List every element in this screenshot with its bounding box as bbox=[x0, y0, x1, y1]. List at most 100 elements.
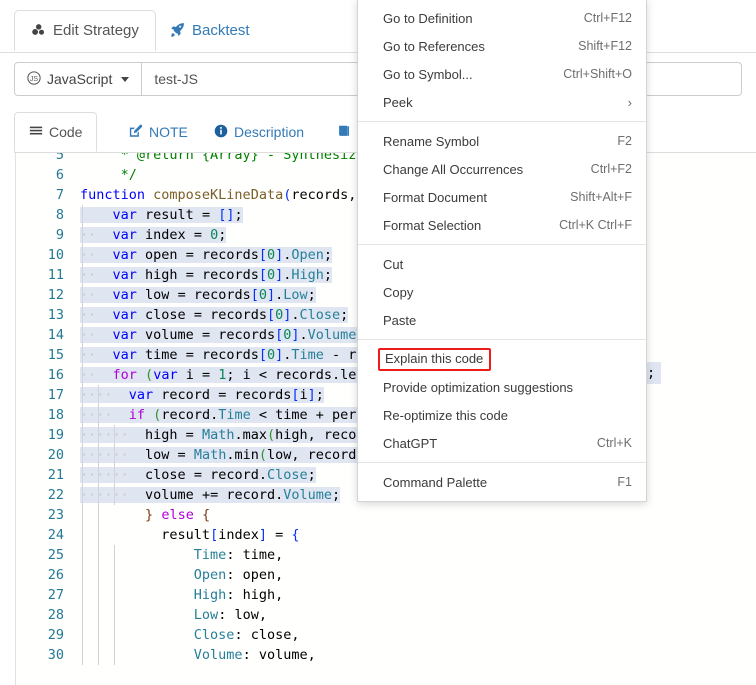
code-line[interactable]: */ bbox=[80, 165, 137, 185]
indent-guide bbox=[98, 585, 99, 605]
menu-item-provide-optimization-suggestions[interactable]: Provide optimization suggestions bbox=[358, 373, 646, 401]
line-number: 21 bbox=[16, 465, 64, 485]
code-token: for bbox=[113, 367, 146, 383]
indent-guide bbox=[98, 605, 99, 625]
indent-guide bbox=[82, 385, 83, 405]
code-line[interactable]: result[index] = { bbox=[80, 525, 300, 545]
menu-item-command-palette[interactable]: Command PaletteF1 bbox=[358, 468, 646, 496]
code-line[interactable]: Close: close, bbox=[80, 625, 299, 645]
menu-item-chatgpt[interactable]: ChatGPTCtrl+K bbox=[358, 429, 646, 457]
line-number: 13 bbox=[16, 305, 64, 325]
line-number: 17 bbox=[16, 385, 64, 405]
indent-guide bbox=[98, 445, 99, 465]
code-line[interactable]: High: high, bbox=[80, 585, 283, 605]
code-line[interactable]: ·· var time = records[0].Time - rec bbox=[80, 345, 373, 365]
code-line[interactable]: ·· var close = records[0].Close; bbox=[80, 305, 348, 325]
menu-item-rename-symbol[interactable]: Rename SymbolF2 bbox=[358, 127, 646, 155]
menu-item-label: Copy bbox=[383, 285, 632, 300]
editor-context-menu[interactable]: Go to DefinitionCtrl+F12Go to References… bbox=[357, 0, 647, 502]
code-token: composeKLineData bbox=[153, 187, 283, 203]
code-token: high = bbox=[145, 427, 202, 443]
menu-item-explain-this-code[interactable]: Explain this code bbox=[358, 345, 646, 373]
indent-guide bbox=[98, 405, 99, 425]
code-token: = records bbox=[178, 267, 259, 283]
menu-item-copy[interactable]: Copy bbox=[358, 278, 646, 306]
code-token: [ bbox=[259, 247, 267, 263]
code-token: var bbox=[113, 247, 146, 263]
code-token: < time + peri bbox=[251, 407, 365, 423]
indent-guide bbox=[98, 465, 99, 485]
code-token: = bbox=[194, 207, 218, 223]
code-token bbox=[80, 547, 194, 563]
code-line[interactable]: var result = []; bbox=[80, 205, 243, 225]
indent-guide bbox=[82, 625, 83, 645]
tab-backtest[interactable]: Backtest bbox=[153, 10, 267, 51]
menu-item-label: Paste bbox=[383, 313, 632, 328]
code-token: } bbox=[145, 507, 153, 523]
code-line[interactable]: ·· var open = records[0].Open; bbox=[80, 245, 332, 265]
code-token: ; bbox=[234, 207, 242, 223]
code-token: ; bbox=[316, 387, 324, 403]
code-token bbox=[96, 247, 112, 263]
code-token: var bbox=[129, 387, 162, 403]
menu-item-cut[interactable]: Cut bbox=[358, 250, 646, 278]
indent-guide bbox=[114, 605, 115, 625]
code-token: ···· bbox=[80, 387, 113, 403]
menu-item-paste[interactable]: Paste bbox=[358, 306, 646, 334]
code-token: ······ bbox=[80, 447, 129, 463]
code-line[interactable]: ·· var volume = records[0].Volume; bbox=[80, 325, 365, 345]
code-line[interactable]: ······ volume += record.Volume; bbox=[80, 485, 340, 505]
code-token: 0 bbox=[267, 247, 275, 263]
tab-code[interactable]: Code bbox=[14, 112, 97, 152]
code-token: ; bbox=[218, 227, 226, 243]
indent-guide bbox=[82, 345, 83, 365]
tab-edit-strategy[interactable]: Edit Strategy bbox=[14, 10, 156, 51]
code-token bbox=[129, 447, 145, 463]
tab-description[interactable]: Description bbox=[199, 112, 319, 152]
menu-item-peek[interactable]: Peek› bbox=[358, 88, 646, 116]
tab-note[interactable]: NOTE bbox=[114, 112, 203, 152]
code-token: [ bbox=[259, 347, 267, 363]
code-line[interactable]: } else { bbox=[80, 505, 210, 525]
code-line[interactable]: ·· var high = records[0].High; bbox=[80, 265, 332, 285]
code-line[interactable]: Time: time, bbox=[80, 545, 283, 565]
line-number: 27 bbox=[16, 585, 64, 605]
line-number: 20 bbox=[16, 445, 64, 465]
code-token: 0 bbox=[259, 287, 267, 303]
code-line[interactable]: ·· var index = 0; bbox=[80, 225, 226, 245]
code-token bbox=[80, 647, 194, 663]
code-token: High bbox=[291, 267, 324, 283]
menu-separator bbox=[358, 244, 646, 245]
code-token: [] bbox=[218, 207, 234, 223]
code-line[interactable]: function composeKLineData(records, bbox=[80, 185, 356, 205]
code-token: ; i < records.leng bbox=[226, 367, 372, 383]
code-token: = bbox=[186, 227, 210, 243]
language-label: JavaScript bbox=[47, 71, 112, 87]
code-line[interactable]: ·· var low = records[0].Low; bbox=[80, 285, 316, 305]
code-token: Time bbox=[291, 347, 324, 363]
menu-item-go-to-references[interactable]: Go to ReferencesShift+F12 bbox=[358, 32, 646, 60]
indent-guide bbox=[82, 285, 83, 305]
code-token: ···· bbox=[80, 407, 113, 423]
menu-item-change-all-occurrences[interactable]: Change All OccurrencesCtrl+F2 bbox=[358, 155, 646, 183]
menu-item-format-selection[interactable]: Format SelectionCtrl+K Ctrl+F bbox=[358, 211, 646, 239]
code-token: Math bbox=[202, 427, 235, 443]
code-line[interactable]: ···· if (record.Time < time + peri bbox=[80, 405, 365, 425]
menu-item-go-to-symbol[interactable]: Go to Symbol...Ctrl+Shift+O bbox=[358, 60, 646, 88]
line-number: 10 bbox=[16, 245, 64, 265]
code-token: . bbox=[291, 307, 299, 323]
code-line[interactable]: Low: low, bbox=[80, 605, 267, 625]
menu-item-label: Go to Definition bbox=[383, 11, 566, 26]
code-line[interactable]: Open: open, bbox=[80, 565, 283, 585]
code-line[interactable]: ···· var record = records[i]; bbox=[80, 385, 324, 405]
indent-guide bbox=[114, 485, 115, 505]
line-number: 23 bbox=[16, 505, 64, 525]
code-token: ] bbox=[308, 387, 316, 403]
menu-item-go-to-definition[interactable]: Go to DefinitionCtrl+F12 bbox=[358, 4, 646, 32]
language-dropdown-button[interactable]: JS JavaScript bbox=[14, 62, 142, 96]
menu-item-re-optimize-this-code[interactable]: Re-optimize this code bbox=[358, 401, 646, 429]
menu-item-format-document[interactable]: Format DocumentShift+Alt+F bbox=[358, 183, 646, 211]
code-line[interactable]: ·· for (var i = 1; i < records.leng bbox=[80, 365, 373, 385]
editor-vertical-scrollbar[interactable] bbox=[743, 153, 756, 685]
code-line[interactable]: ······ high = Math.max(high, recor bbox=[80, 425, 365, 445]
